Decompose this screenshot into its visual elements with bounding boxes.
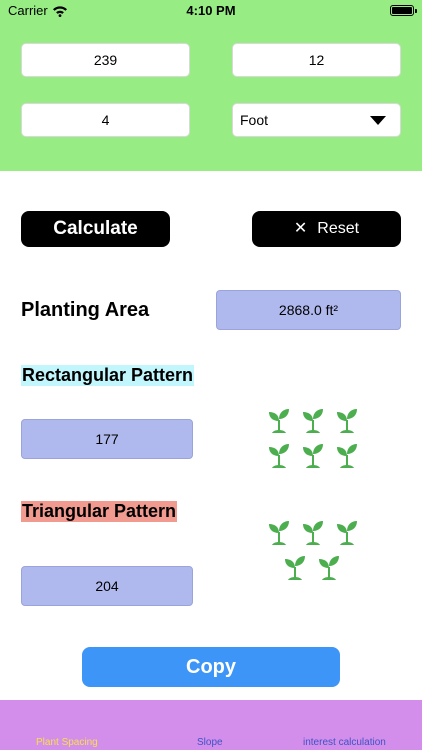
sprout-icon [268,520,290,546]
sprout-icon [268,443,290,469]
sprout-icon [268,408,290,434]
input-panel: 239 12 4 Foot [0,22,422,171]
planting-area-label: Planting Area [21,299,150,321]
sprout-icon [302,443,324,469]
status-bar: Carrier 4:10 PM [0,0,422,22]
battery-icon [390,5,417,16]
length-value: 239 [93,52,118,68]
tab-bar: Plant Spacing Slope interest calculation [0,700,422,750]
rectangular-pattern-value: 177 [21,419,193,459]
sprout-icon [302,520,324,546]
sprout-icon [302,408,324,434]
sprout-icon [336,408,358,434]
unit-selected: Foot [240,112,269,128]
tab-slope[interactable]: Slope [197,737,223,748]
planting-area-text: 2868.0 ft² [278,302,339,318]
rectangular-pattern-title: Rectangular Pattern [21,365,195,386]
width-field[interactable]: 12 [232,43,401,77]
dropdown-arrow-icon [370,115,386,125]
copy-button[interactable]: Copy [82,647,340,687]
spacing-field[interactable]: 4 [21,103,190,137]
rectangular-count: 177 [95,431,119,447]
sprout-icon [284,555,306,581]
tab-interest-calculation[interactable]: interest calculation [303,737,386,748]
triangular-pattern-value: 204 [21,566,193,606]
calculate-label: Calculate [53,218,138,239]
length-field[interactable]: 239 [21,43,190,77]
reset-button[interactable]: ✕ Reset [252,211,401,247]
copy-label: Copy [186,655,236,678]
close-icon: ✕ [293,220,308,237]
unit-dropdown[interactable]: Foot [232,103,401,137]
reset-label: Reset [317,220,360,237]
triangular-pattern-title: Triangular Pattern [21,501,178,522]
sprout-icon [318,555,340,581]
status-time: 4:10 PM [186,3,236,18]
sprout-icon [336,520,358,546]
spacing-value: 4 [101,112,110,128]
triangular-count: 204 [95,578,119,594]
tab-plant-spacing[interactable]: Plant Spacing [36,737,98,748]
width-value: 12 [308,52,325,68]
sprout-icon [336,443,358,469]
planting-area-value: 2868.0 ft² [216,290,401,330]
calculate-button[interactable]: Calculate [21,211,170,247]
